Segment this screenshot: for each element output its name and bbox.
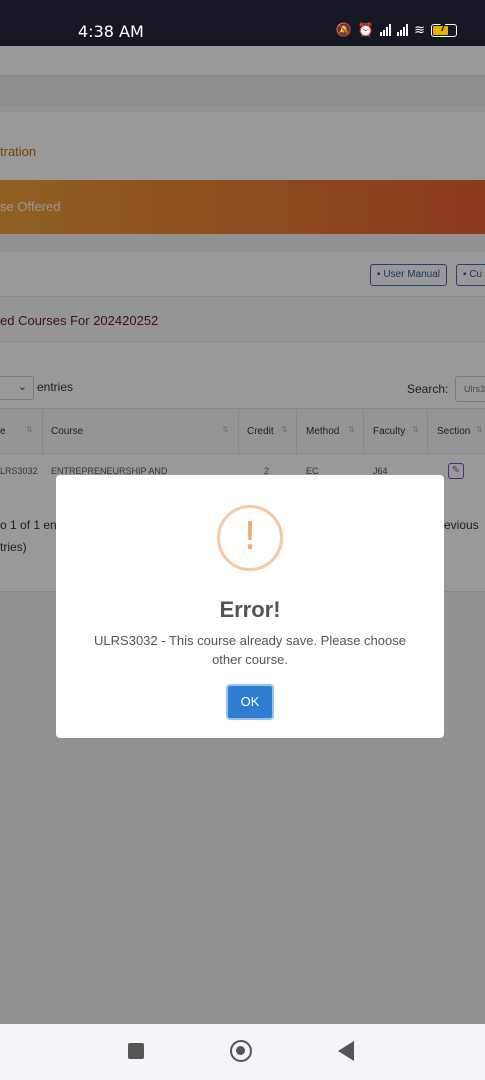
- back-icon[interactable]: [338, 1041, 354, 1061]
- signal-icon: [380, 24, 392, 36]
- status-icons: 🔕 ⏰ ≋ 7: [336, 22, 457, 38]
- recents-icon[interactable]: [128, 1043, 144, 1059]
- dialog-message: ULRS3032 - This course already save. Ple…: [94, 633, 406, 667]
- alarm-icon: ⏰: [357, 22, 375, 37]
- home-icon[interactable]: [230, 1040, 252, 1062]
- system-nav-bar: [0, 1024, 485, 1080]
- signal-2-icon: [397, 24, 409, 36]
- status-time: 4:38 AM: [78, 22, 144, 41]
- ok-button[interactable]: OK: [226, 684, 274, 720]
- status-bar: 4:38 AM 🔕 ⏰ ≋ 7: [0, 0, 485, 46]
- dialog-title: Error!: [219, 597, 281, 622]
- battery-icon: 7: [431, 22, 457, 37]
- mute-icon: 🔕: [335, 22, 352, 37]
- battery-level: 7: [440, 22, 446, 34]
- wifi-icon: ≋: [414, 22, 425, 37]
- error-dialog: ! Error! ULRS3032 - This course already …: [56, 475, 444, 738]
- warning-icon: !: [217, 505, 283, 571]
